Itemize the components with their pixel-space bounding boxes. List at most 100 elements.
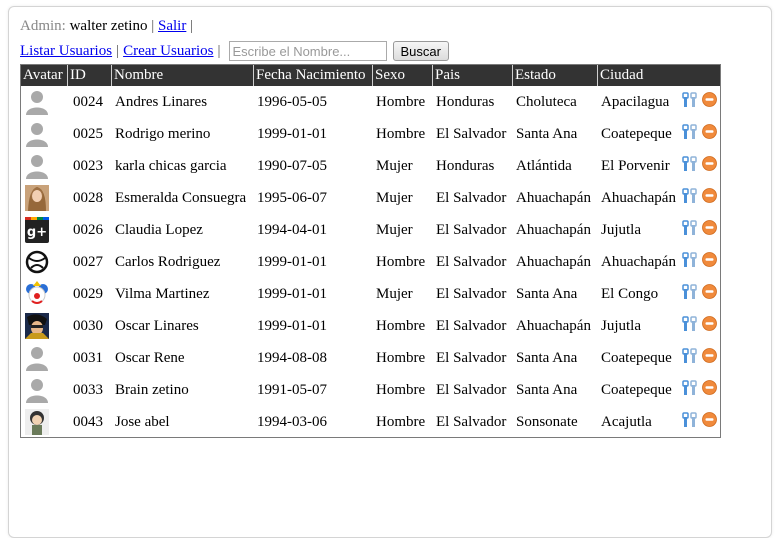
cell-id: 0026 <box>73 221 103 238</box>
cell-pais: El Salvador <box>436 221 507 238</box>
cell-id: 0029 <box>73 285 103 302</box>
row-actions <box>680 347 720 369</box>
cell-fecha: 1994-08-08 <box>257 349 327 366</box>
cell-fecha: 1999-01-01 <box>257 317 327 334</box>
cell-estado: Sonsonate <box>516 413 578 430</box>
edit-icon[interactable] <box>682 315 698 337</box>
delete-icon[interactable] <box>702 316 717 336</box>
cell-pais: Honduras <box>436 93 495 110</box>
edit-icon[interactable] <box>682 347 698 369</box>
table-row: 0030 Oscar Linares 1999-01-01 Hombre El Salv… <box>21 310 720 342</box>
cell-estado: Ahuachapán <box>516 189 591 206</box>
edit-icon[interactable] <box>682 411 698 433</box>
edit-icon[interactable] <box>682 123 698 145</box>
cell-fecha: 1991-05-07 <box>257 381 327 398</box>
cell-pais: El Salvador <box>436 381 507 398</box>
column-header: ID <box>67 65 111 86</box>
edit-icon[interactable] <box>682 155 698 177</box>
default-user-icon <box>25 153 49 179</box>
row-actions <box>680 91 720 113</box>
cell-pais: El Salvador <box>436 189 507 206</box>
cell-sexo: Hombre <box>376 93 426 110</box>
column-header: Avatar <box>23 67 63 83</box>
cell-ciudad: Coatepeque <box>601 125 672 142</box>
nav-bar: Listar Usuarios | Crear Usuarios | Busca… <box>20 40 449 62</box>
edit-icon[interactable] <box>682 283 698 305</box>
cell-ciudad: El Congo <box>601 285 659 302</box>
cell-sexo: Hombre <box>376 253 426 270</box>
column-header: Nombre <box>111 65 253 86</box>
delete-icon[interactable] <box>702 220 717 240</box>
cell-estado: Choluteca <box>516 93 577 110</box>
cell-estado: Santa Ana <box>516 285 578 302</box>
cell-nombre: Carlos Rodriguez <box>115 253 221 270</box>
cell-pais: El Salvador <box>436 317 507 334</box>
cell-sexo: Hombre <box>376 413 426 430</box>
row-actions <box>680 315 720 337</box>
edit-icon[interactable] <box>682 187 698 209</box>
search-button[interactable]: Buscar <box>392 41 449 61</box>
cell-id: 0025 <box>73 125 103 142</box>
table-row: 0025 Rodrigo merino 1999-01-01 Hombre El Sal… <box>21 118 720 150</box>
admin-bar: Admin: walter zetino | Salir | <box>20 18 193 35</box>
create-users-link[interactable]: Crear Usuarios <box>123 43 213 60</box>
column-header: Ciudad <box>597 65 680 86</box>
cell-estado: Ahuachapán <box>516 221 591 238</box>
cell-fecha: 1990-07-05 <box>257 157 327 174</box>
avatar-cell <box>21 313 67 339</box>
row-actions <box>680 123 720 145</box>
cell-pais: El Salvador <box>436 285 507 302</box>
cell-ciudad: Jujutla <box>601 317 641 334</box>
cell-sexo: Mujer <box>376 189 413 206</box>
cell-pais: El Salvador <box>436 253 507 270</box>
logout-link[interactable]: Salir <box>158 18 186 34</box>
avatar <box>25 281 49 307</box>
edit-icon[interactable] <box>682 379 698 401</box>
cell-id: 0024 <box>73 93 103 110</box>
avatar-cell <box>21 345 67 371</box>
delete-icon[interactable] <box>702 92 717 112</box>
delete-icon[interactable] <box>702 348 717 368</box>
search-input[interactable] <box>228 41 387 61</box>
avatar <box>25 313 49 339</box>
delete-icon[interactable] <box>702 412 717 432</box>
cell-nombre: Oscar Rene <box>115 349 185 366</box>
cell-estado: Santa Ana <box>516 125 578 142</box>
cell-pais: El Salvador <box>436 125 507 142</box>
delete-icon[interactable] <box>702 156 717 176</box>
cell-sexo: Hombre <box>376 317 426 334</box>
default-user-icon <box>25 345 49 371</box>
delete-icon[interactable] <box>702 124 717 144</box>
list-users-link[interactable]: Listar Usuarios <box>20 43 112 60</box>
avatar-cell <box>21 249 67 275</box>
cell-estado: Atlántida <box>516 157 572 174</box>
row-actions <box>680 379 720 401</box>
edit-icon[interactable] <box>682 91 698 113</box>
delete-icon[interactable] <box>702 252 717 272</box>
edit-icon[interactable] <box>682 219 698 241</box>
separator: | <box>116 42 120 59</box>
edit-icon[interactable] <box>682 251 698 273</box>
delete-icon[interactable] <box>702 188 717 208</box>
avatar-cell <box>21 89 67 115</box>
cell-estado: Santa Ana <box>516 381 578 398</box>
cell-nombre: Vilma Martinez <box>115 285 210 302</box>
column-header: Sexo <box>372 65 432 86</box>
cell-ciudad: Ahuachapán <box>601 189 676 206</box>
cell-pais: El Salvador <box>436 413 507 430</box>
cell-nombre: Oscar Linares <box>115 317 199 334</box>
cell-fecha: 1994-04-01 <box>257 221 327 238</box>
delete-icon[interactable] <box>702 380 717 400</box>
cell-fecha: 1999-01-01 <box>257 253 327 270</box>
row-actions <box>680 411 720 433</box>
cell-ciudad: Ahuachapán <box>601 253 676 270</box>
separator: | <box>190 18 194 34</box>
delete-icon[interactable] <box>702 284 717 304</box>
cell-id: 0043 <box>73 413 103 430</box>
cell-estado: Ahuachapán <box>516 253 591 270</box>
cell-sexo: Mujer <box>376 285 413 302</box>
table-row: 0023 karla chicas garcia 1990-07-05 Mujer Ho… <box>21 150 720 182</box>
svg-text:g+: g+ <box>27 225 47 240</box>
avatar-cell <box>21 377 67 403</box>
row-actions <box>680 187 720 209</box>
